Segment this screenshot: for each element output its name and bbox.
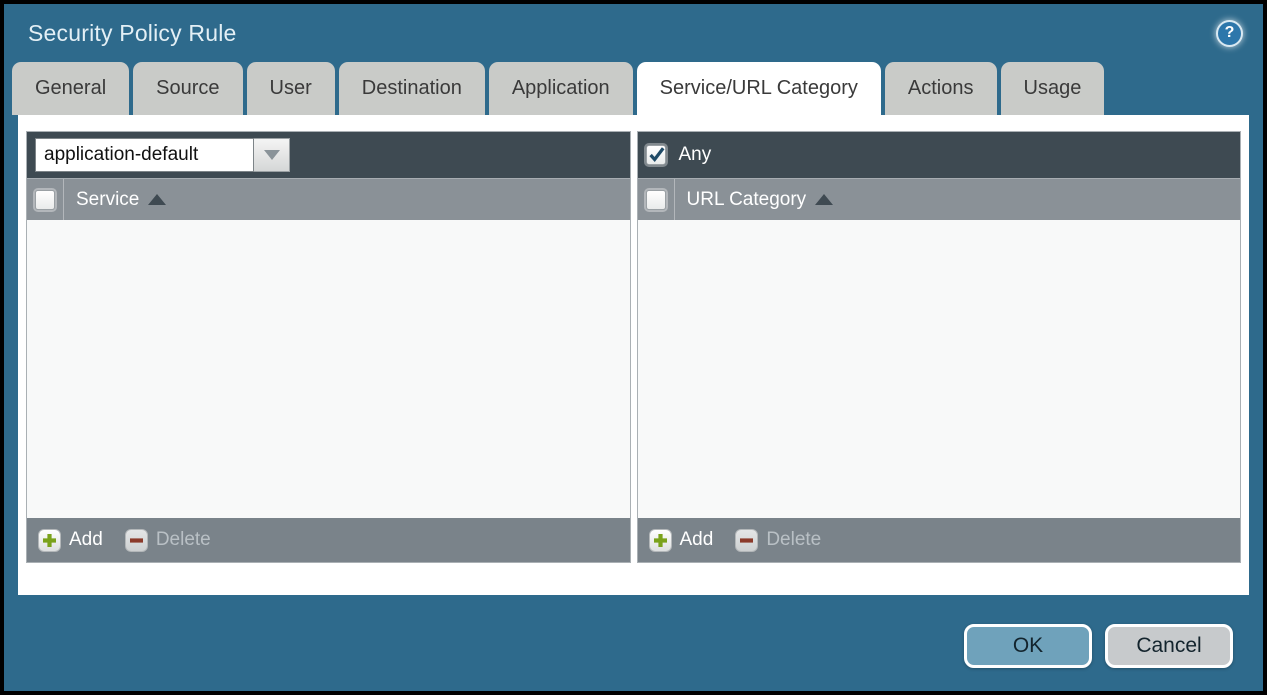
url-category-select-all-cell: [638, 179, 675, 220]
url-category-column-header-row: URL Category: [638, 178, 1241, 220]
url-category-delete-label: Delete: [766, 529, 821, 551]
service-column-header-label: Service: [76, 189, 139, 211]
sort-ascending-icon: [815, 194, 833, 205]
url-category-list: [638, 220, 1241, 518]
security-policy-rule-dialog: Security Policy Rule ? General Source Us…: [0, 0, 1267, 695]
chevron-down-icon: [264, 150, 280, 160]
service-type-dropdown-value[interactable]: application-default: [35, 138, 254, 172]
service-column-header-row: Service: [27, 178, 630, 220]
url-category-column-header-label: URL Category: [687, 189, 807, 211]
tab-usage[interactable]: Usage: [1001, 62, 1105, 115]
service-list: [27, 220, 630, 518]
service-type-dropdown[interactable]: application-default: [35, 138, 290, 172]
url-category-panel-toolbar: Any: [638, 132, 1241, 178]
help-icon[interactable]: ?: [1216, 20, 1243, 47]
service-panel-toolbar: application-default: [27, 132, 630, 178]
minus-icon: [125, 529, 148, 552]
service-delete-label: Delete: [156, 529, 211, 551]
tab-destination[interactable]: Destination: [339, 62, 485, 115]
tab-service-url-category[interactable]: Service/URL Category: [637, 62, 881, 115]
url-category-add-button[interactable]: Add: [649, 529, 714, 552]
url-category-column-header[interactable]: URL Category: [675, 189, 834, 211]
service-type-dropdown-button[interactable]: [254, 138, 290, 172]
dialog-actions: OK Cancel: [964, 624, 1233, 668]
service-add-button[interactable]: Add: [38, 529, 103, 552]
url-category-panel: Any URL Category Add: [637, 131, 1242, 563]
url-category-add-label: Add: [680, 529, 714, 551]
service-add-label: Add: [69, 529, 103, 551]
sort-ascending-icon: [148, 194, 166, 205]
service-panel-footer: Add Delete: [27, 518, 630, 562]
plus-icon: [38, 529, 61, 552]
service-delete-button[interactable]: Delete: [125, 529, 211, 552]
tab-strip: General Source User Destination Applicat…: [4, 62, 1263, 115]
service-select-all-cell: [27, 179, 64, 220]
tab-actions[interactable]: Actions: [885, 62, 997, 115]
plus-icon: [649, 529, 672, 552]
service-select-all-checkbox[interactable]: [35, 190, 55, 210]
tab-content-sheet: application-default Service: [18, 115, 1249, 595]
url-category-delete-button[interactable]: Delete: [735, 529, 821, 552]
url-category-select-all-checkbox[interactable]: [646, 190, 666, 210]
title-bar: Security Policy Rule ?: [4, 4, 1263, 62]
url-category-panel-footer: Add Delete: [638, 518, 1241, 562]
cancel-button[interactable]: Cancel: [1105, 624, 1233, 668]
ok-button[interactable]: OK: [964, 624, 1092, 668]
tab-user[interactable]: User: [247, 62, 335, 115]
service-column-header[interactable]: Service: [64, 189, 166, 211]
tab-application[interactable]: Application: [489, 62, 633, 115]
tab-general[interactable]: General: [12, 62, 129, 115]
any-checkbox[interactable]: [646, 145, 666, 165]
tab-source[interactable]: Source: [133, 62, 242, 115]
dialog-title: Security Policy Rule: [28, 20, 237, 47]
minus-icon: [735, 529, 758, 552]
service-panel: application-default Service: [26, 131, 631, 563]
any-label: Any: [679, 144, 712, 166]
